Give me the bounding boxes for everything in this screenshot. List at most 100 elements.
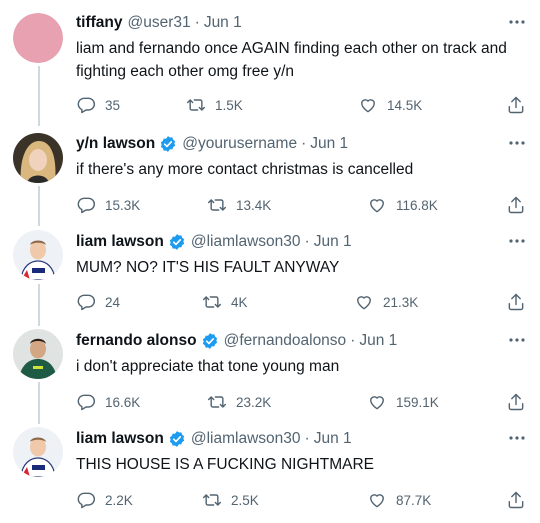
display-name[interactable]: y/n lawson xyxy=(76,135,155,153)
tweet-header: tiffany @user31 · Jun 1 xyxy=(76,13,526,33)
like-button[interactable]: 14.5K xyxy=(358,95,422,115)
reply-button[interactable]: 15.3K xyxy=(76,195,140,215)
share-button[interactable] xyxy=(506,292,526,312)
retweet-icon xyxy=(202,292,222,312)
tweet-text: MUM? NO? IT'S HIS FAULT ANYWAY xyxy=(76,259,340,276)
username-handle[interactable]: @fernandoalonso xyxy=(224,332,347,350)
timestamp[interactable]: Jun 1 xyxy=(359,332,397,350)
reply-icon xyxy=(76,490,96,510)
more-icon[interactable] xyxy=(508,134,526,152)
reply-count: 35 xyxy=(105,97,121,113)
username-handle[interactable]: @user31 xyxy=(128,14,191,32)
like-count: 116.8K xyxy=(396,197,438,213)
like-count: 159.1K xyxy=(396,394,439,410)
tweet[interactable]: tiffany @user31 · Jun 1 liam and fernand… xyxy=(0,0,540,128)
retweet-count: 13.4K xyxy=(236,197,272,213)
share-button[interactable] xyxy=(506,392,526,412)
more-icon[interactable] xyxy=(508,429,526,447)
share-button[interactable] xyxy=(506,195,526,215)
tweet-actions: 35 1.5K 14.5K xyxy=(76,95,526,115)
tweet[interactable]: liam lawson @liamlawson30 · Jun 1 MUM? N… xyxy=(0,226,540,324)
avatar[interactable] xyxy=(13,329,63,379)
avatar[interactable] xyxy=(13,230,63,280)
separator-dot: · xyxy=(304,430,310,447)
like-button[interactable]: 87.7K xyxy=(367,490,431,510)
like-count: 14.5K xyxy=(387,97,423,113)
tweet[interactable]: y/n lawson @yourusername · Jun 1 if ther… xyxy=(0,128,540,226)
retweet-icon xyxy=(207,392,227,412)
timestamp[interactable]: Jun 1 xyxy=(314,233,352,251)
verified-badge-icon xyxy=(201,332,219,350)
share-button[interactable] xyxy=(506,490,526,510)
verified-badge-icon xyxy=(168,430,186,448)
reply-count: 15.3K xyxy=(105,197,141,213)
tweet[interactable]: liam lawson @liamlawson30 · Jun 1 THIS H… xyxy=(0,422,540,523)
more-icon[interactable] xyxy=(508,13,526,31)
reply-count: 24 xyxy=(105,294,121,310)
retweet-icon xyxy=(207,195,227,215)
share-button[interactable] xyxy=(506,95,526,115)
verified-badge-icon xyxy=(168,233,186,251)
like-button[interactable]: 159.1K xyxy=(367,392,439,412)
reply-button[interactable]: 2.2K xyxy=(76,490,133,510)
tweet-actions: 16.6K 23.2K 159.1K xyxy=(76,392,526,412)
heart-icon xyxy=(367,490,387,510)
display-name[interactable]: fernando alonso xyxy=(76,332,197,350)
display-name[interactable]: liam lawson xyxy=(76,233,164,251)
separator-dot: · xyxy=(194,14,200,31)
timestamp[interactable]: Jun 1 xyxy=(204,14,242,32)
separator-dot: · xyxy=(350,332,356,349)
timestamp[interactable]: Jun 1 xyxy=(314,430,352,448)
retweet-button[interactable]: 2.5K xyxy=(202,490,259,510)
share-icon xyxy=(506,95,526,115)
share-icon xyxy=(506,490,526,510)
retweet-count: 1.5K xyxy=(215,97,243,113)
reply-icon xyxy=(76,292,96,312)
reply-icon xyxy=(76,195,96,215)
reply-count: 16.6K xyxy=(105,394,141,410)
retweet-button[interactable]: 13.4K xyxy=(207,195,271,215)
separator-dot: · xyxy=(304,233,310,250)
heart-icon xyxy=(367,392,387,412)
like-button[interactable]: 21.3K xyxy=(354,292,418,312)
tweet-text: if there's any more contact christmas is… xyxy=(76,161,414,178)
more-icon[interactable] xyxy=(508,331,526,349)
share-icon xyxy=(506,392,526,412)
reply-icon xyxy=(76,392,96,412)
username-handle[interactable]: @yourusername xyxy=(182,135,297,153)
separator-dot: · xyxy=(301,135,307,152)
tweet-header: liam lawson @liamlawson30 · Jun 1 xyxy=(76,429,526,449)
tweet-thread: tiffany @user31 · Jun 1 liam and fernand… xyxy=(0,0,540,523)
like-button[interactable]: 116.8K xyxy=(367,195,438,215)
tweet-text: i don't appreciate that tone young man xyxy=(76,358,340,375)
retweet-icon xyxy=(186,95,206,115)
tweet-header: fernando alonso @fernandoalonso · Jun 1 xyxy=(76,331,526,351)
tweet-header: liam lawson @liamlawson30 · Jun 1 xyxy=(76,232,526,252)
retweet-button[interactable]: 4K xyxy=(202,292,248,312)
tweet-actions: 24 4K 21.3K xyxy=(76,292,526,312)
reply-button[interactable]: 35 xyxy=(76,95,120,115)
username-handle[interactable]: @liamlawson30 xyxy=(191,430,301,448)
heart-icon xyxy=(358,95,378,115)
avatar[interactable] xyxy=(13,13,63,63)
reply-button[interactable]: 16.6K xyxy=(76,392,140,412)
avatar[interactable] xyxy=(13,133,63,183)
avatar[interactable] xyxy=(13,427,63,477)
like-count: 87.7K xyxy=(396,492,432,508)
more-icon[interactable] xyxy=(508,232,526,250)
heart-icon xyxy=(367,195,387,215)
retweet-count: 23.2K xyxy=(236,394,272,410)
retweet-button[interactable]: 23.2K xyxy=(207,392,271,412)
retweet-button[interactable]: 1.5K xyxy=(186,95,243,115)
tweet-header: y/n lawson @yourusername · Jun 1 xyxy=(76,134,526,154)
tweet[interactable]: fernando alonso @fernandoalonso · Jun 1 … xyxy=(0,324,540,422)
tweet-text: THIS HOUSE IS A FUCKING NIGHTMARE xyxy=(76,456,374,473)
display-name[interactable]: liam lawson xyxy=(76,430,164,448)
share-icon xyxy=(506,292,526,312)
display-name[interactable]: tiffany xyxy=(76,14,123,32)
share-icon xyxy=(506,195,526,215)
username-handle[interactable]: @liamlawson30 xyxy=(191,233,301,251)
retweet-count: 2.5K xyxy=(231,492,259,508)
timestamp[interactable]: Jun 1 xyxy=(310,135,348,153)
reply-button[interactable]: 24 xyxy=(76,292,120,312)
